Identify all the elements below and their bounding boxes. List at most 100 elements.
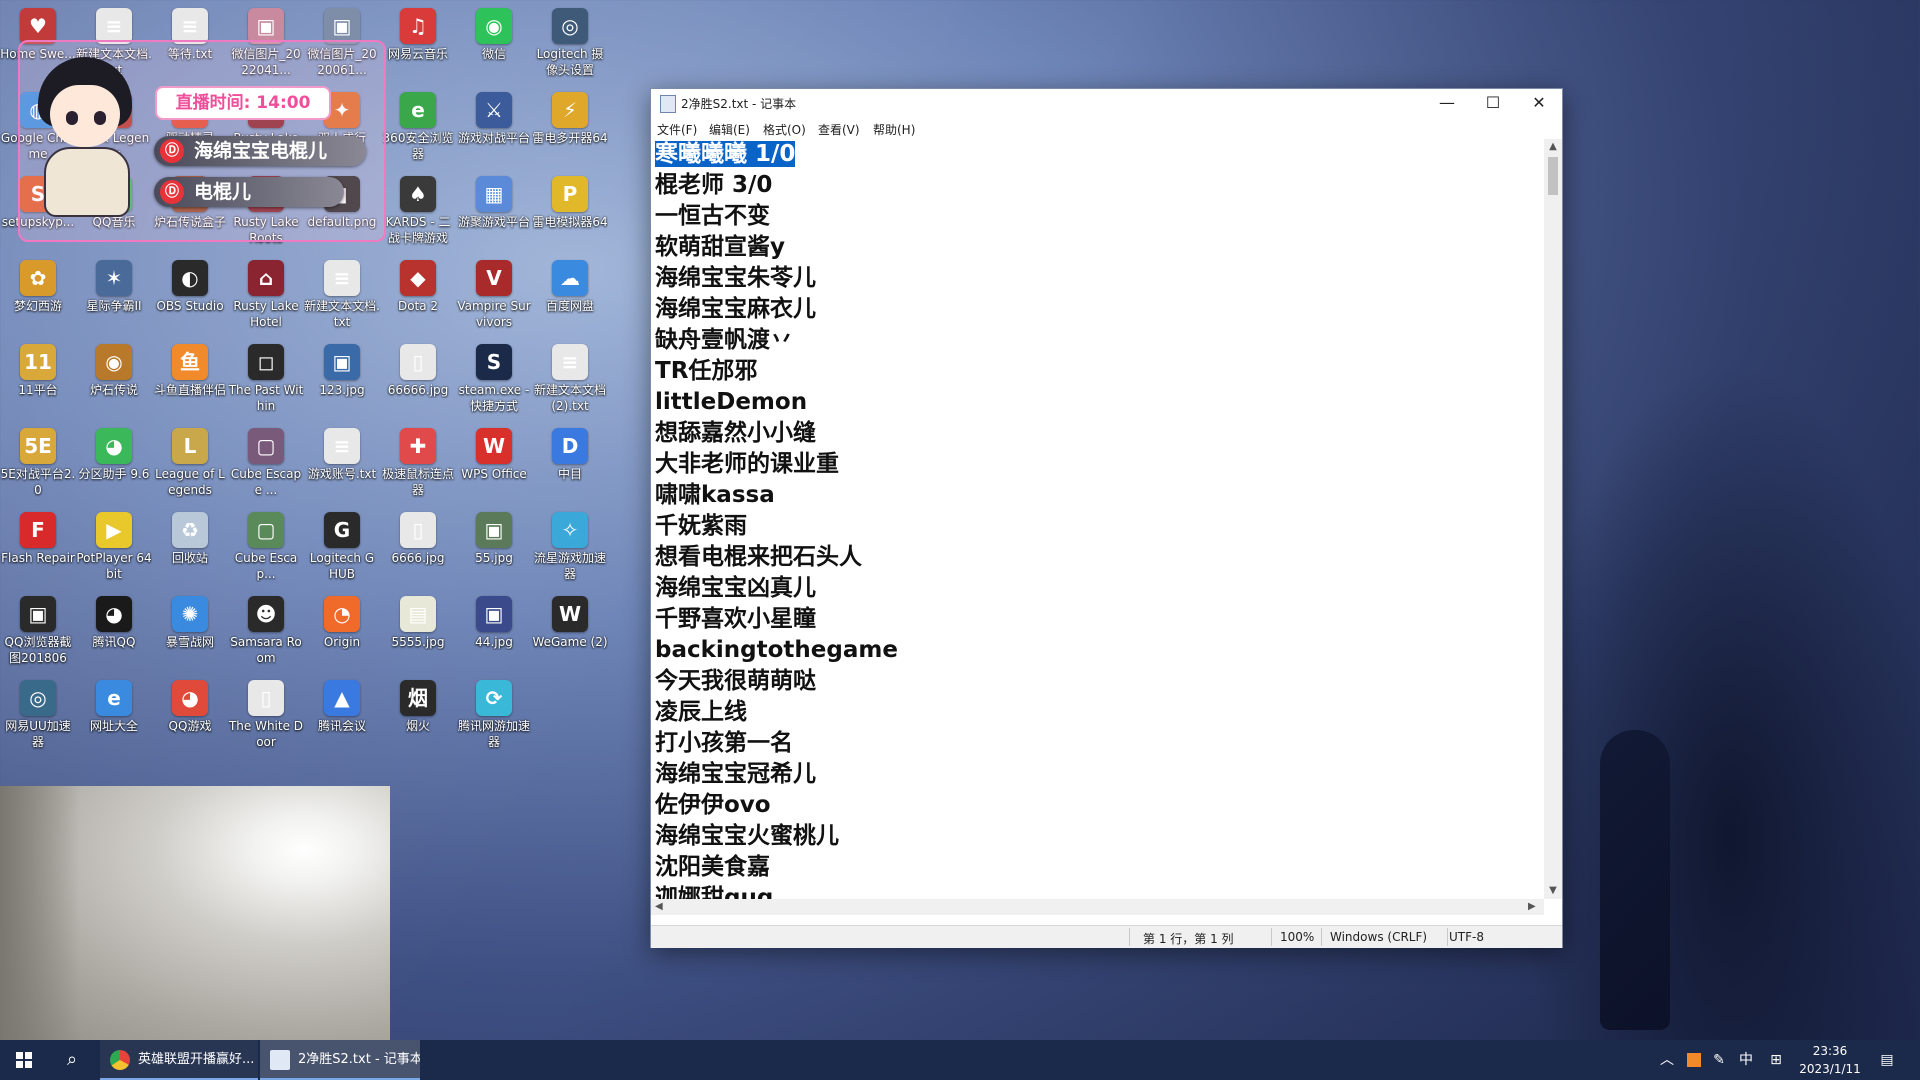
scroll-down-icon[interactable]: ▼ xyxy=(1544,883,1562,899)
desktop-icon[interactable]: ▣ 123.jpg xyxy=(304,340,380,424)
scroll-thumb[interactable] xyxy=(1548,157,1558,195)
maximize-button[interactable]: ☐ xyxy=(1470,89,1516,117)
text-line: 迦娜甜quq xyxy=(651,883,1544,899)
line-text: 打小孩第一名 xyxy=(655,730,793,756)
search-icon[interactable]: ⌕ xyxy=(48,1040,96,1080)
app-icon: ▣ xyxy=(476,512,512,548)
desktop-icon[interactable]: ⚔ 游戏对战平台 xyxy=(456,88,532,172)
desktop-icon[interactable]: Ssteam.exe - 快捷方式 xyxy=(456,340,532,424)
desktop-icon[interactable]: ☁ 百度网盘 xyxy=(532,256,608,340)
app-icon: ▯ xyxy=(400,512,436,548)
desktop-icon-label: Origin xyxy=(323,635,361,649)
desktop-icon-label: Flash Repair xyxy=(1,551,75,565)
desktop-icon[interactable]: 11 11平台 xyxy=(0,340,76,424)
taskbar-chrome[interactable]: 英雄联盟开播赢好... xyxy=(100,1040,258,1080)
desktop-icon[interactable]: e 360安全浏览器 xyxy=(380,88,456,172)
desktop-icon[interactable]: ⚡ 雷电多开器64 xyxy=(532,88,608,172)
desktop-icon[interactable]: ♻ 回收站 xyxy=(152,508,228,592)
desktop-icon[interactable]: ◕ 分区助手 9.6 xyxy=(76,424,152,508)
desktop-icon[interactable]: ▯ The White Door xyxy=(228,676,304,760)
wallpaper-shadow xyxy=(1520,360,1920,1040)
desktop-icon[interactable]: ◻ The Past Within xyxy=(228,340,304,424)
desktop-icon[interactable]: L League of Legends xyxy=(152,424,228,508)
desktop-icon[interactable]: ☻ Samsara Room xyxy=(228,592,304,676)
desktop-icon[interactable]: W WeGame (2) xyxy=(532,592,608,676)
desktop-icon[interactable]: W WPS Office xyxy=(456,424,532,508)
desktop-icon[interactable]: F Flash Repair xyxy=(0,508,76,592)
desktop-icon[interactable]: P 雷电模拟器64 xyxy=(532,172,608,256)
desktop-icon[interactable]: ✶ 星际争霸II xyxy=(76,256,152,340)
taskbar-notepad[interactable]: 2净胜S2.txt - 记事本 xyxy=(260,1040,420,1080)
scroll-left-icon[interactable]: ◀ xyxy=(655,899,663,915)
desktop-icon[interactable]: 5E 5E对战平台2.0 xyxy=(0,424,76,508)
desktop-icon[interactable]: ▣ 55.jpg xyxy=(456,508,532,592)
desktop-icon[interactable]: ▲ 腾讯会议 xyxy=(304,676,380,760)
menu-format[interactable]: 格式(O) xyxy=(763,121,806,138)
minimize-button[interactable]: — xyxy=(1424,89,1470,117)
desktop-icon[interactable]: ✿ 梦幻西游 xyxy=(0,256,76,340)
desktop-icon[interactable]: ♫ 网易云音乐 xyxy=(380,4,456,88)
text-line: 今天我很萌萌哒 xyxy=(651,666,1544,697)
desktop-icon[interactable]: ◎ Logitech 摄像头设置 xyxy=(532,4,608,88)
clock[interactable]: 23:36 2023/1/11 xyxy=(1797,1042,1863,1078)
title-bar[interactable]: 2净胜S2.txt - 记事本 — ☐ ✕ xyxy=(651,89,1562,117)
menu-view[interactable]: 查看(V) xyxy=(818,121,860,138)
horizontal-scrollbar[interactable]: ◀ ▶ xyxy=(651,899,1544,915)
scroll-up-icon[interactable]: ▲ xyxy=(1544,139,1562,155)
desktop-icon[interactable]: 鱼斗鱼直播伴侣 xyxy=(152,340,228,424)
desktop-icon[interactable]: ▣ 44.jpg xyxy=(456,592,532,676)
desktop-icon[interactable]: ⟳ 腾讯网游加速器 xyxy=(456,676,532,760)
desktop-icon[interactable]: ✚ 极速鼠标连点器 xyxy=(380,424,456,508)
vertical-scrollbar[interactable]: ▲ ▼ xyxy=(1544,139,1562,899)
menu-file[interactable]: 文件(F) xyxy=(657,121,697,138)
desktop-icon-label: 中目 xyxy=(557,467,582,481)
desktop-icon[interactable]: ▢ Cube Escape ... xyxy=(228,424,304,508)
ime-indicator[interactable]: 中 xyxy=(1734,1040,1758,1080)
text-editor[interactable]: 寒曦曦曦 1/0 棍老师 3/0 一恒古不变 软萌甜宣酱y 海绵宝宝朱苓儿 海绵宝宝麻衣儿… xyxy=(651,139,1544,899)
desktop-icon[interactable]: e 网址大全 xyxy=(76,676,152,760)
keyboard-layout-icon[interactable]: ⊞ xyxy=(1764,1040,1788,1080)
app-icon: ◎ xyxy=(20,680,56,716)
desktop-icon[interactable]: ▣QQ浏览器截图2018062... xyxy=(0,592,76,676)
desktop-icon[interactable]: ≡ 新建文本文档(2).txt xyxy=(532,340,608,424)
app-icon: G xyxy=(324,512,360,548)
desktop-icon[interactable]: ▦ 游聚游戏平台 xyxy=(456,172,532,256)
desktop-icon[interactable]: ♠ KARDS - 二战卡牌游戏 xyxy=(380,172,456,256)
desktop-icon[interactable]: V Vampire Survivors xyxy=(456,256,532,340)
desktop-icon[interactable]: ▤ 5555.jpg xyxy=(380,592,456,676)
desktop-icon[interactable]: ▶ PotPlayer 64 bit xyxy=(76,508,152,592)
desktop-icon[interactable]: ▯ 66666.jpg xyxy=(380,340,456,424)
text-line: 沈阳美食嘉 xyxy=(651,852,1544,883)
scroll-right-icon[interactable]: ▶ xyxy=(1528,899,1536,915)
desktop-icon[interactable]: ≡新建文本文档.txt xyxy=(304,256,380,340)
desktop-icon[interactable]: D 中目 xyxy=(532,424,608,508)
desktop-icon[interactable]: ≡ 游戏账号.txt xyxy=(304,424,380,508)
desktop-icon[interactable]: ◉ 微信 xyxy=(456,4,532,88)
desktop-icon[interactable]: ◉ 炉石传说 xyxy=(76,340,152,424)
start-button[interactable] xyxy=(0,1040,48,1080)
desktop-icon[interactable]: ✧ 流星游戏加速器 xyxy=(532,508,608,592)
menu-help[interactable]: 帮助(H) xyxy=(873,121,915,138)
desktop-icon[interactable]: ✺ 暴雪战网 xyxy=(152,592,228,676)
desktop-icon[interactable]: ◆ Dota 2 xyxy=(380,256,456,340)
encoding: UTF-8 xyxy=(1449,930,1484,944)
streamer-tag: Ⓓ 海绵宝宝电棍儿 xyxy=(154,136,366,166)
text-line: 千野喜欢小星瞳 xyxy=(651,604,1544,635)
desktop-icon[interactable]: 烟烟火 xyxy=(380,676,456,760)
close-button[interactable]: ✕ xyxy=(1516,89,1562,117)
desktop-icon[interactable]: ◔ Origin xyxy=(304,592,380,676)
desktop-icon[interactable]: ◕ 腾讯QQ xyxy=(76,592,152,676)
desktop-icon[interactable]: ◎ 网易UU加速器 xyxy=(0,676,76,760)
desktop-icon[interactable]: ◐ OBS Studio xyxy=(152,256,228,340)
desktop-icon[interactable]: ▢ Cube Escap... xyxy=(228,508,304,592)
pen-icon[interactable]: ✎ xyxy=(1708,1040,1730,1080)
desktop-icon[interactable]: ⌂ Rusty Lake Hotel xyxy=(228,256,304,340)
menu-edit[interactable]: 编辑(E) xyxy=(709,121,750,138)
desktop-icon[interactable]: G Logitech G HUB xyxy=(304,508,380,592)
tray-chevron-icon[interactable]: ︿ xyxy=(1656,1040,1678,1080)
desktop-icon[interactable]: ◕ QQ游戏 xyxy=(152,676,228,760)
notification-icon[interactable]: ▤ xyxy=(1872,1040,1902,1080)
tray-app-icon[interactable] xyxy=(1683,1040,1705,1080)
app-icon: ▣ xyxy=(248,8,284,44)
desktop-icon[interactable]: ▯ 6666.jpg xyxy=(380,508,456,592)
